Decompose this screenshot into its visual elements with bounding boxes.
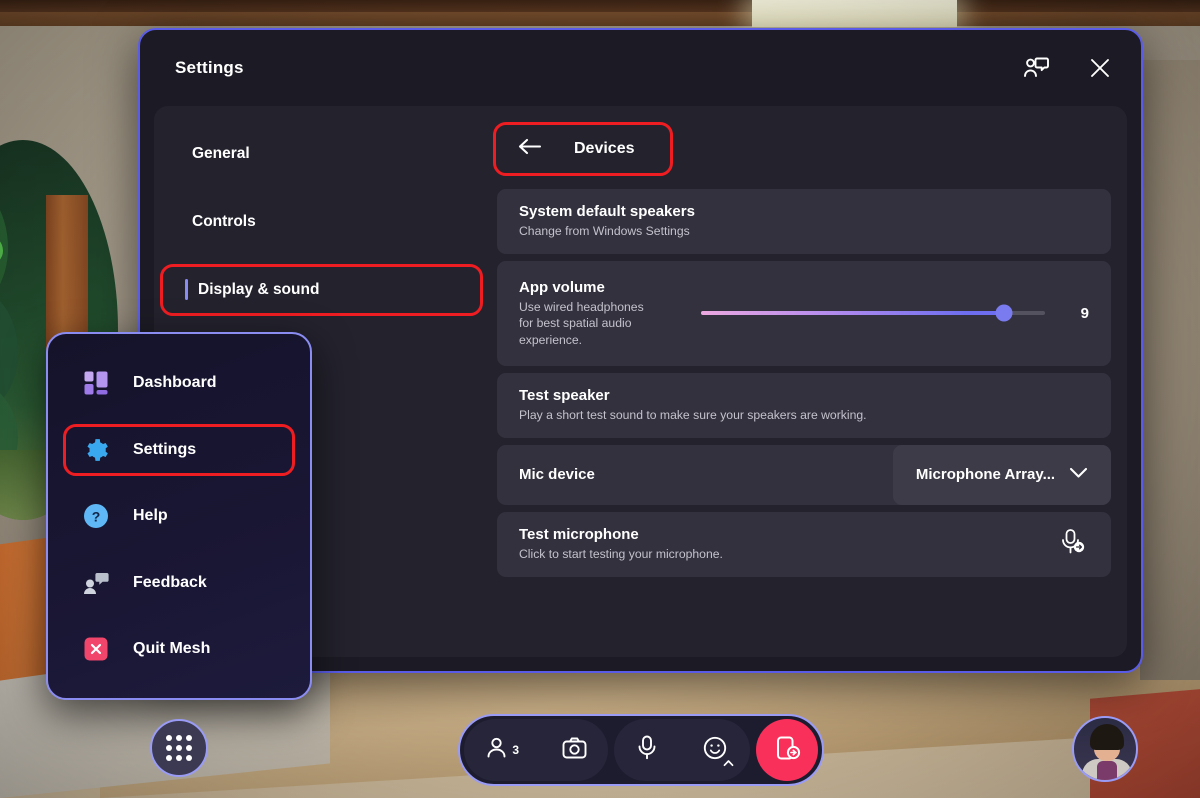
row-title: System default speakers — [519, 203, 695, 220]
page-title: Settings — [175, 58, 244, 77]
titlebar-actions — [1017, 30, 1119, 106]
app-grid-icon[interactable] — [150, 719, 208, 777]
row-subtitle: Change from Windows Settings — [519, 224, 690, 238]
toolbar-group-right — [614, 719, 750, 781]
row-title: App volume — [519, 278, 605, 296]
row-subtitle: Use wired headphones for best spatial au… — [519, 299, 644, 347]
mic-device-selected-value: Microphone Array... — [915, 466, 1056, 484]
devices-back-header[interactable]: Devices — [493, 122, 673, 176]
close-icon[interactable] — [1081, 49, 1119, 87]
exit-x-icon — [82, 635, 110, 663]
menu-item-settings[interactable]: Settings — [63, 423, 295, 476]
mic-device-dropdown[interactable]: Microphone Array... — [893, 444, 1111, 505]
volume-slider-thumb[interactable] — [995, 304, 1013, 322]
row-test-microphone[interactable]: Test microphone Click to start testing y… — [497, 511, 1111, 577]
dashboard-grid-icon — [82, 369, 110, 397]
person-chat-icon[interactable] — [1017, 49, 1055, 87]
sidebar-item-label: Display & sound — [198, 281, 320, 298]
camera-icon — [562, 737, 587, 764]
chevron-down-icon — [1069, 466, 1088, 484]
volume-slider[interactable] — [701, 304, 1045, 322]
volume-slider-fill — [701, 311, 1004, 316]
svg-text:?: ? — [92, 509, 101, 525]
row-system-default-speakers[interactable]: System default speakers Change from Wind… — [497, 189, 1111, 254]
leave-call-button[interactable] — [756, 719, 818, 781]
row-test-speaker[interactable]: Test speaker Play a short test sound to … — [497, 373, 1111, 438]
participants-button[interactable]: 3 — [479, 730, 525, 770]
menu-item-quit-mesh[interactable]: Quit Mesh — [66, 626, 292, 672]
row-app-volume: App volume Use wired headphones for best… — [497, 260, 1111, 367]
menu-item-label: Settings — [133, 440, 197, 458]
camera-button[interactable] — [556, 731, 593, 770]
people-chat-icon — [82, 569, 110, 597]
menu-item-help[interactable]: ? Help — [66, 493, 292, 539]
menu-item-label: Feedback — [133, 573, 207, 591]
sidebar-item-label: General — [192, 145, 250, 162]
microphone-icon — [637, 735, 657, 765]
row-title: Test microphone — [519, 525, 639, 543]
people-icon — [485, 736, 508, 764]
participants-count: 3 — [512, 743, 520, 757]
arrow-left-icon — [517, 137, 542, 161]
active-accent-bar — [185, 279, 188, 300]
meeting-toolbar: 3 — [458, 714, 824, 786]
reactions-button[interactable] — [697, 730, 734, 772]
row-subtitle: Play a short test sound to make sure you… — [519, 408, 867, 423]
row-title: Mic device — [519, 466, 595, 484]
avatar[interactable] — [1072, 716, 1138, 782]
row-mic-device: Mic device Microphone Array... — [497, 444, 1111, 505]
question-circle-icon: ? — [82, 502, 110, 530]
chevron-up-icon[interactable] — [723, 754, 734, 772]
avatar-shirt — [1097, 761, 1117, 780]
sidebar-item-display-and-sound[interactable]: Display & sound — [160, 264, 483, 316]
row-subtitle: Click to start testing your microphone. — [519, 546, 723, 561]
window-titlebar: Settings — [140, 30, 1141, 106]
microphone-button[interactable] — [631, 729, 663, 771]
volume-slider-wrap — [669, 304, 1063, 322]
gear-icon — [82, 436, 110, 464]
sidebar-item-controls[interactable]: Controls — [164, 200, 479, 244]
avatar-hair — [1090, 724, 1124, 750]
menu-item-label: Quit Mesh — [133, 640, 211, 657]
app-grid-dots — [166, 735, 192, 761]
leave-call-icon — [773, 734, 801, 767]
menu-item-feedback[interactable]: Feedback — [66, 560, 292, 606]
devices-content: Devices System default speakers Change f… — [489, 106, 1127, 657]
sidebar-item-label: Controls — [192, 213, 256, 230]
toolbar-group-left: 3 — [464, 719, 608, 781]
sidebar-item-general[interactable]: General — [164, 132, 479, 176]
volume-value: 9 — [1080, 304, 1089, 322]
main-flyout-menu: Dashboard Settings ? Help Feedback Quit … — [46, 332, 312, 700]
menu-item-dashboard[interactable]: Dashboard — [66, 360, 292, 406]
menu-item-label: Dashboard — [133, 374, 217, 391]
row-title: Test speaker — [519, 387, 610, 405]
menu-item-label: Help — [133, 507, 168, 524]
devices-header-label: Devices — [574, 140, 635, 157]
microphone-test-icon[interactable] — [1059, 528, 1085, 561]
